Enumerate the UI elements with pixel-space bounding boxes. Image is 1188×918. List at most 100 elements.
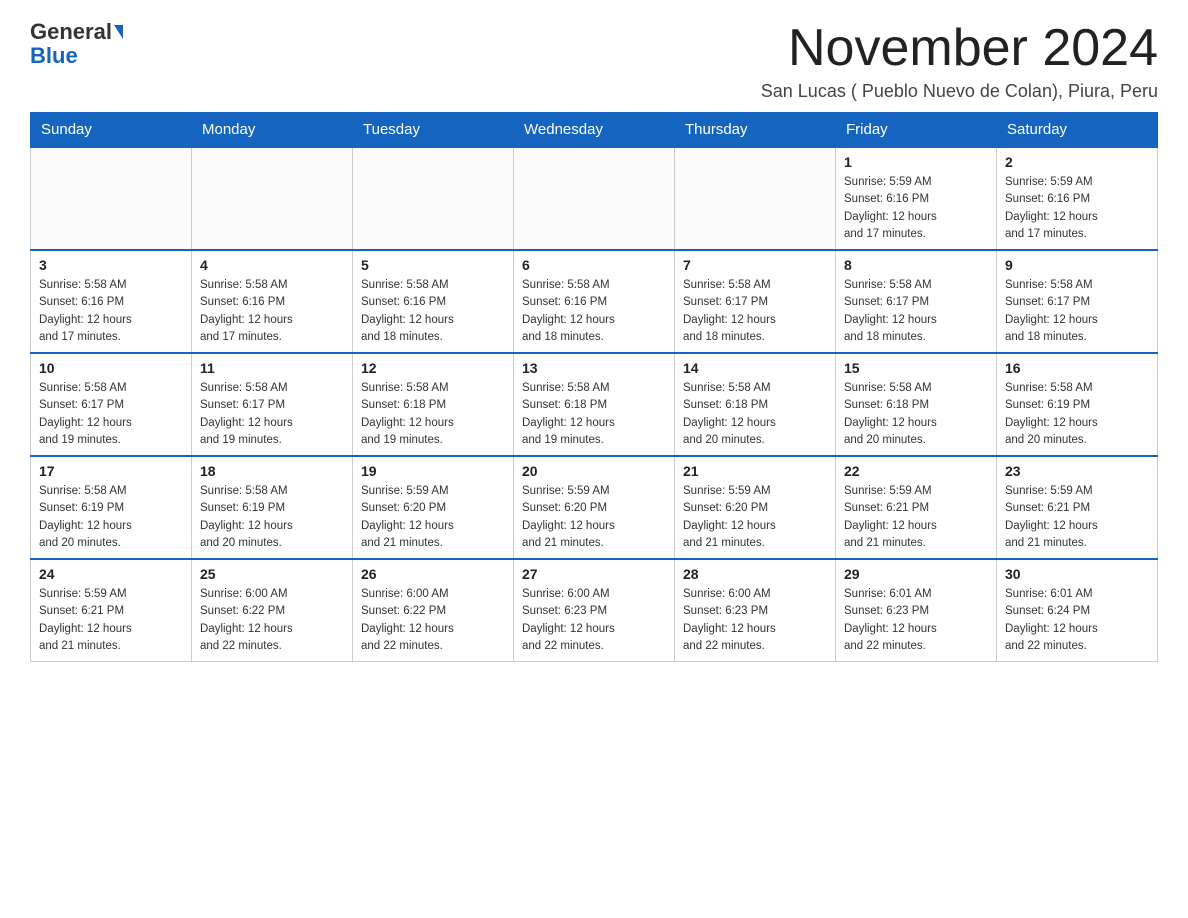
- day-number: 17: [39, 463, 183, 479]
- day-info: Sunrise: 5:58 AMSunset: 6:18 PMDaylight:…: [844, 380, 988, 449]
- calendar-cell: 2 Sunrise: 5:59 AMSunset: 6:16 PMDaylight…: [997, 147, 1158, 250]
- calendar-header-row: SundayMondayTuesdayWednesdayThursdayFrid…: [31, 113, 1158, 148]
- day-number: 30: [1005, 566, 1149, 582]
- day-info: Sunrise: 5:58 AMSunset: 6:16 PMDaylight:…: [522, 277, 666, 346]
- day-info: Sunrise: 5:58 AMSunset: 6:16 PMDaylight:…: [39, 277, 183, 346]
- logo-triangle-icon: [114, 25, 123, 39]
- day-number: 1: [844, 154, 988, 170]
- day-info: Sunrise: 5:58 AMSunset: 6:16 PMDaylight:…: [361, 277, 505, 346]
- day-number: 23: [1005, 463, 1149, 479]
- calendar-cell: 21 Sunrise: 5:59 AMSunset: 6:20 PMDayligh…: [675, 456, 836, 559]
- calendar-cell: 5 Sunrise: 5:58 AMSunset: 6:16 PMDaylight…: [353, 250, 514, 353]
- day-info: Sunrise: 5:59 AMSunset: 6:20 PMDaylight:…: [522, 483, 666, 552]
- calendar-cell: 19 Sunrise: 5:59 AMSunset: 6:20 PMDayligh…: [353, 456, 514, 559]
- day-info: Sunrise: 5:59 AMSunset: 6:20 PMDaylight:…: [683, 483, 827, 552]
- month-title: November 2024: [761, 20, 1158, 77]
- calendar-cell: 18 Sunrise: 5:58 AMSunset: 6:19 PMDayligh…: [192, 456, 353, 559]
- day-number: 28: [683, 566, 827, 582]
- day-number: 7: [683, 257, 827, 273]
- calendar-table: SundayMondayTuesdayWednesdayThursdayFrid…: [30, 112, 1158, 662]
- calendar-cell: 4 Sunrise: 5:58 AMSunset: 6:16 PMDaylight…: [192, 250, 353, 353]
- day-number: 10: [39, 360, 183, 376]
- calendar-cell: 3 Sunrise: 5:58 AMSunset: 6:16 PMDaylight…: [31, 250, 192, 353]
- day-number: 12: [361, 360, 505, 376]
- calendar-cell: 9 Sunrise: 5:58 AMSunset: 6:17 PMDaylight…: [997, 250, 1158, 353]
- day-info: Sunrise: 5:58 AMSunset: 6:17 PMDaylight:…: [200, 380, 344, 449]
- calendar-cell: 30 Sunrise: 6:01 AMSunset: 6:24 PMDayligh…: [997, 559, 1158, 662]
- calendar-cell: 7 Sunrise: 5:58 AMSunset: 6:17 PMDaylight…: [675, 250, 836, 353]
- title-area: November 2024 San Lucas ( Pueblo Nuevo d…: [761, 20, 1158, 102]
- calendar-header-wednesday: Wednesday: [514, 113, 675, 148]
- day-info: Sunrise: 5:58 AMSunset: 6:18 PMDaylight:…: [522, 380, 666, 449]
- day-info: Sunrise: 6:00 AMSunset: 6:23 PMDaylight:…: [683, 586, 827, 655]
- day-number: 15: [844, 360, 988, 376]
- day-info: Sunrise: 5:58 AMSunset: 6:19 PMDaylight:…: [39, 483, 183, 552]
- calendar-cell: 26Sunrise: 6:00 AMSunset: 6:22 PMDayligh…: [353, 559, 514, 662]
- day-number: 20: [522, 463, 666, 479]
- day-number: 5: [361, 257, 505, 273]
- calendar-cell: 28 Sunrise: 6:00 AMSunset: 6:23 PMDayligh…: [675, 559, 836, 662]
- calendar-cell: 14 Sunrise: 5:58 AMSunset: 6:18 PMDayligh…: [675, 353, 836, 456]
- location-subtitle: San Lucas ( Pueblo Nuevo de Colan), Piur…: [761, 81, 1158, 102]
- calendar-cell: 12 Sunrise: 5:58 AMSunset: 6:18 PMDayligh…: [353, 353, 514, 456]
- day-info: Sunrise: 5:59 AMSunset: 6:21 PMDaylight:…: [1005, 483, 1149, 552]
- calendar-cell: 22 Sunrise: 5:59 AMSunset: 6:21 PMDayligh…: [836, 456, 997, 559]
- day-info: Sunrise: 6:01 AMSunset: 6:23 PMDaylight:…: [844, 586, 988, 655]
- day-number: 21: [683, 463, 827, 479]
- day-number: 24: [39, 566, 183, 582]
- calendar-header-saturday: Saturday: [997, 113, 1158, 148]
- logo-text-general: General: [30, 20, 112, 44]
- day-number: 22: [844, 463, 988, 479]
- calendar-cell: [353, 147, 514, 250]
- day-info: Sunrise: 5:59 AMSunset: 6:16 PMDaylight:…: [844, 174, 988, 243]
- calendar-cell: 1 Sunrise: 5:59 AMSunset: 6:16 PMDaylight…: [836, 147, 997, 250]
- calendar-cell: 29Sunrise: 6:01 AMSunset: 6:23 PMDayligh…: [836, 559, 997, 662]
- day-info: Sunrise: 6:00 AMSunset: 6:22 PMDaylight:…: [361, 586, 505, 655]
- day-info: Sunrise: 5:58 AMSunset: 6:18 PMDaylight:…: [683, 380, 827, 449]
- week-row-5: 24Sunrise: 5:59 AMSunset: 6:21 PMDayligh…: [31, 559, 1158, 662]
- day-info: Sunrise: 5:59 AMSunset: 6:20 PMDaylight:…: [361, 483, 505, 552]
- day-info: Sunrise: 5:58 AMSunset: 6:17 PMDaylight:…: [39, 380, 183, 449]
- day-info: Sunrise: 5:59 AMSunset: 6:16 PMDaylight:…: [1005, 174, 1149, 243]
- day-info: Sunrise: 5:59 AMSunset: 6:21 PMDaylight:…: [844, 483, 988, 552]
- week-row-4: 17 Sunrise: 5:58 AMSunset: 6:19 PMDayligh…: [31, 456, 1158, 559]
- day-info: Sunrise: 5:58 AMSunset: 6:19 PMDaylight:…: [1005, 380, 1149, 449]
- header-area: General Blue November 2024 San Lucas ( P…: [30, 20, 1158, 102]
- day-info: Sunrise: 5:58 AMSunset: 6:18 PMDaylight:…: [361, 380, 505, 449]
- calendar-header-thursday: Thursday: [675, 113, 836, 148]
- day-info: Sunrise: 5:58 AMSunset: 6:19 PMDaylight:…: [200, 483, 344, 552]
- day-info: Sunrise: 5:58 AMSunset: 6:17 PMDaylight:…: [1005, 277, 1149, 346]
- day-info: Sunrise: 5:58 AMSunset: 6:17 PMDaylight:…: [683, 277, 827, 346]
- calendar-cell: [192, 147, 353, 250]
- day-number: 18: [200, 463, 344, 479]
- week-row-2: 3 Sunrise: 5:58 AMSunset: 6:16 PMDaylight…: [31, 250, 1158, 353]
- day-number: 19: [361, 463, 505, 479]
- day-info: Sunrise: 5:58 AMSunset: 6:17 PMDaylight:…: [844, 277, 988, 346]
- day-number: 2: [1005, 154, 1149, 170]
- calendar-cell: 23 Sunrise: 5:59 AMSunset: 6:21 PMDayligh…: [997, 456, 1158, 559]
- calendar-cell: 17 Sunrise: 5:58 AMSunset: 6:19 PMDayligh…: [31, 456, 192, 559]
- calendar-cell: 11Sunrise: 5:58 AMSunset: 6:17 PMDayligh…: [192, 353, 353, 456]
- calendar-header-sunday: Sunday: [31, 113, 192, 148]
- calendar-cell: 16 Sunrise: 5:58 AMSunset: 6:19 PMDayligh…: [997, 353, 1158, 456]
- calendar-cell: 24Sunrise: 5:59 AMSunset: 6:21 PMDayligh…: [31, 559, 192, 662]
- day-number: 4: [200, 257, 344, 273]
- week-row-3: 10 Sunrise: 5:58 AMSunset: 6:17 PMDayligh…: [31, 353, 1158, 456]
- calendar-header-friday: Friday: [836, 113, 997, 148]
- day-info: Sunrise: 6:01 AMSunset: 6:24 PMDaylight:…: [1005, 586, 1149, 655]
- calendar-cell: 20 Sunrise: 5:59 AMSunset: 6:20 PMDayligh…: [514, 456, 675, 559]
- day-number: 14: [683, 360, 827, 376]
- day-info: Sunrise: 5:58 AMSunset: 6:16 PMDaylight:…: [200, 277, 344, 346]
- calendar-header-monday: Monday: [192, 113, 353, 148]
- day-number: 9: [1005, 257, 1149, 273]
- calendar-header-tuesday: Tuesday: [353, 113, 514, 148]
- day-number: 3: [39, 257, 183, 273]
- day-number: 25: [200, 566, 344, 582]
- day-info: Sunrise: 6:00 AMSunset: 6:23 PMDaylight:…: [522, 586, 666, 655]
- day-info: Sunrise: 6:00 AMSunset: 6:22 PMDaylight:…: [200, 586, 344, 655]
- calendar-cell: 13Sunrise: 5:58 AMSunset: 6:18 PMDayligh…: [514, 353, 675, 456]
- calendar-cell: 10 Sunrise: 5:58 AMSunset: 6:17 PMDayligh…: [31, 353, 192, 456]
- calendar-cell: 27Sunrise: 6:00 AMSunset: 6:23 PMDayligh…: [514, 559, 675, 662]
- day-number: 16: [1005, 360, 1149, 376]
- day-number: 8: [844, 257, 988, 273]
